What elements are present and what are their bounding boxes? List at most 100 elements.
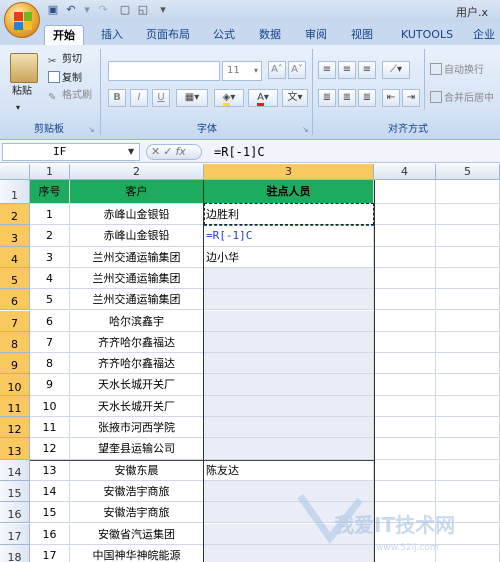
row-header[interactable]: 1 <box>0 180 30 204</box>
cell-staff[interactable] <box>204 374 374 396</box>
insert-function-button[interactable]: fx <box>175 145 185 158</box>
cell-no[interactable]: 13 <box>30 459 70 481</box>
select-all-corner[interactable] <box>0 164 30 180</box>
new-icon[interactable]: ▢ <box>118 3 132 17</box>
cell-no[interactable]: 5 <box>30 289 70 311</box>
tab-view[interactable]: 视图 <box>344 25 380 45</box>
cell-empty[interactable] <box>436 267 500 290</box>
enter-icon[interactable]: ✓ <box>163 145 175 158</box>
align-center-button[interactable]: ≣ <box>338 89 356 107</box>
row-header[interactable]: 18 <box>0 544 30 562</box>
office-button[interactable] <box>4 2 40 38</box>
name-box[interactable]: IF <box>2 143 140 161</box>
cell-empty[interactable] <box>374 502 436 524</box>
font-launcher-icon[interactable]: ↘ <box>302 125 309 134</box>
cell-staff[interactable] <box>204 353 374 375</box>
cell-no[interactable]: 2 <box>30 225 70 247</box>
cell-empty[interactable] <box>436 502 500 524</box>
cell-empty[interactable] <box>436 374 500 396</box>
row-header[interactable]: 17 <box>0 523 30 545</box>
row-header[interactable]: 16 <box>0 502 30 524</box>
cell-no[interactable]: 1 <box>30 204 70 226</box>
cell-client[interactable]: 天水长城开关厂 <box>70 395 204 417</box>
cell-client[interactable]: 兰州交通运输集团 <box>70 289 204 311</box>
row-header[interactable]: 13 <box>0 438 30 460</box>
cell-empty[interactable] <box>374 267 436 290</box>
tab-review[interactable]: 审阅 <box>298 25 334 45</box>
row-header[interactable]: 6 <box>0 289 30 311</box>
customize-dropdown-icon[interactable]: ▾ <box>156 3 170 17</box>
cell-empty[interactable] <box>436 353 500 375</box>
cell-staff[interactable] <box>204 544 374 562</box>
cell-staff[interactable]: 陈友达 <box>204 459 374 481</box>
cell-no[interactable]: 3 <box>30 246 70 268</box>
name-box-dropdown-icon[interactable]: ▼ <box>128 147 134 156</box>
cell-empty[interactable] <box>374 438 436 460</box>
cell-empty[interactable] <box>436 459 500 481</box>
cell-staff[interactable] <box>204 438 374 460</box>
cell-client[interactable]: 安徽省汽运集团 <box>70 523 204 545</box>
row-header[interactable]: 9 <box>0 353 30 375</box>
row-header[interactable]: 12 <box>0 417 30 439</box>
cell-empty[interactable] <box>374 310 436 332</box>
align-top-button[interactable]: ≡ <box>318 61 336 79</box>
row-header[interactable]: 2 <box>0 204 30 226</box>
tab-page-layout[interactable]: 页面布局 <box>140 25 196 45</box>
cell-staff[interactable]: =R[-1]C <box>204 225 374 247</box>
cell-empty[interactable] <box>436 204 500 226</box>
row-header[interactable]: 15 <box>0 480 30 503</box>
cell-staff[interactable] <box>204 523 374 545</box>
row-header[interactable]: 11 <box>0 395 30 417</box>
cell-empty[interactable] <box>374 331 436 354</box>
row-header[interactable]: 5 <box>0 267 30 290</box>
print-preview-icon[interactable]: ◱ <box>136 3 150 17</box>
cell-staff[interactable]: 边小华 <box>204 246 374 268</box>
formula-input[interactable]: =R[-1]C <box>214 143 500 161</box>
cell-no[interactable]: 8 <box>30 353 70 375</box>
cut-button[interactable]: ✂ 剪切 <box>48 53 82 67</box>
column-header[interactable]: 4 <box>374 164 436 180</box>
cell-empty[interactable] <box>374 204 436 226</box>
cell-staff[interactable] <box>204 480 374 503</box>
cell-empty[interactable] <box>374 246 436 268</box>
font-color-button[interactable]: A▾ <box>248 89 278 107</box>
tab-kutools[interactable]: KUTOOLS <box>394 25 460 45</box>
cell-no[interactable]: 11 <box>30 417 70 439</box>
cell-no[interactable]: 15 <box>30 502 70 524</box>
cell-empty[interactable] <box>436 180 500 204</box>
cell-no[interactable]: 4 <box>30 267 70 290</box>
cell-client[interactable]: 齐齐哈尔鑫福达 <box>70 353 204 375</box>
fill-color-button[interactable]: ◈▾ <box>214 89 244 107</box>
wrap-text-button[interactable]: 自动换行 <box>430 63 484 78</box>
cell-client[interactable]: 安徽东晨 <box>70 459 204 481</box>
orientation-button[interactable]: ⟋▾ <box>382 61 410 79</box>
cell-staff[interactable] <box>204 289 374 311</box>
cell-empty[interactable] <box>374 180 436 204</box>
cell-empty[interactable] <box>436 523 500 545</box>
column-header[interactable]: 2 <box>70 164 204 180</box>
cell-client[interactable]: 兰州交通运输集团 <box>70 267 204 290</box>
tab-data[interactable]: 数据 <box>252 25 288 45</box>
tab-formulas[interactable]: 公式 <box>206 25 242 45</box>
row-header[interactable]: 7 <box>0 310 30 332</box>
format-painter-button[interactable]: ✎ 格式刷 <box>48 89 92 103</box>
cell-client[interactable]: 赤峰山金银铅 <box>70 204 204 226</box>
cell-client[interactable]: 兰州交通运输集团 <box>70 246 204 268</box>
column-header[interactable]: 5 <box>436 164 500 180</box>
column-header[interactable]: 3 <box>204 164 374 180</box>
cell-client[interactable]: 天水长城开关厂 <box>70 374 204 396</box>
undo-icon[interactable]: ↶ <box>64 3 78 17</box>
clipboard-launcher-icon[interactable]: ↘ <box>88 125 95 134</box>
cell-client[interactable]: 中国神华神皖能源 <box>70 544 204 562</box>
merge-center-button[interactable]: 合并后居中 <box>430 91 494 106</box>
cell-empty[interactable] <box>436 544 500 562</box>
cell-staff[interactable] <box>204 417 374 439</box>
cell-staff[interactable] <box>204 310 374 332</box>
redo-icon[interactable]: ↷ <box>96 3 110 17</box>
row-header[interactable]: 3 <box>0 225 30 247</box>
cell-no[interactable]: 17 <box>30 544 70 562</box>
header-cell-client[interactable]: 客户 <box>70 180 204 204</box>
row-header[interactable]: 8 <box>0 331 30 354</box>
decrease-indent-button[interactable]: ⇤ <box>382 89 400 107</box>
align-left-button[interactable]: ≣ <box>318 89 336 107</box>
